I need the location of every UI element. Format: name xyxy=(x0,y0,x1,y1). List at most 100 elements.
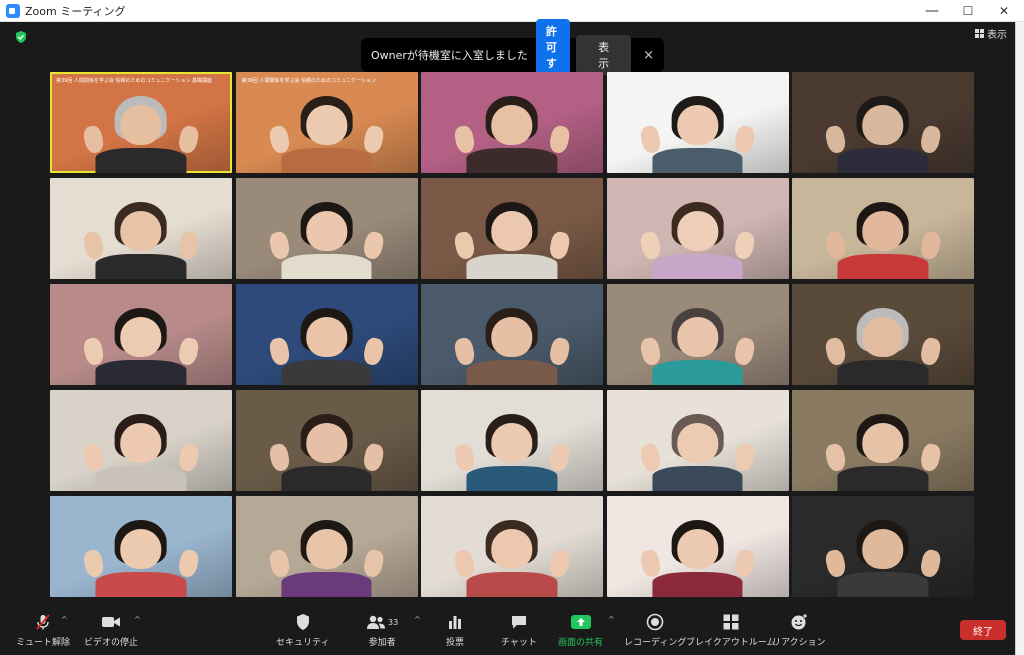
participant-video-tile[interactable]: 第39回 人間関係を学ぶ会 信頼のためのコミュニケーション xyxy=(235,72,418,173)
participant-figure xyxy=(638,518,757,597)
participant-video-tile[interactable] xyxy=(235,390,418,491)
participant-figure xyxy=(82,200,200,279)
participant-figure xyxy=(638,200,757,279)
unmute-label: ミュート解除 xyxy=(16,638,71,648)
participant-video-tile[interactable] xyxy=(50,496,232,597)
participants-options-caret-icon[interactable]: ^ xyxy=(414,615,421,624)
audio-options-caret-icon[interactable]: ^ xyxy=(61,615,68,624)
participant-figure xyxy=(267,306,386,385)
participants-button[interactable]: 33 参加者 xyxy=(366,613,398,648)
participant-figure xyxy=(82,94,200,173)
zoom-window: Zoom ミーティング — ☐ ✕ 表示 Ownerが待機室に入室しました 許可… xyxy=(0,0,1024,655)
participant-video-tile[interactable] xyxy=(606,496,789,597)
encryption-shield-icon[interactable] xyxy=(14,30,28,44)
participant-video-tile[interactable] xyxy=(606,390,789,491)
chat-button[interactable]: チャット xyxy=(501,613,537,648)
breakout-rooms-label: ブレイクアウトルーム xyxy=(686,638,776,648)
participants-icon xyxy=(367,615,385,629)
chat-label: チャット xyxy=(501,638,537,648)
security-label: セキュリティ xyxy=(276,638,330,648)
meeting-controls: ミュート解除 ^ ビデオの停止 ^ セキュリティ 33 参加者 ^ 投票 チャッ… xyxy=(4,607,1015,655)
record-icon xyxy=(646,613,664,631)
participants-label: 参加者 xyxy=(368,638,396,648)
participant-video-tile[interactable] xyxy=(606,72,789,173)
participant-video-tile[interactable] xyxy=(235,178,418,279)
participant-video-tile[interactable] xyxy=(606,178,789,279)
maximize-button[interactable]: ☐ xyxy=(950,0,986,22)
participant-video-tile[interactable] xyxy=(50,390,232,491)
participant-video-tile[interactable] xyxy=(421,284,603,385)
stop-video-label: ビデオの停止 xyxy=(84,638,139,648)
virtual-background-text: 第39回 人間関係を学ぶ会 信頼のためのコミュニケーション xyxy=(241,78,376,84)
participant-video-tile[interactable] xyxy=(50,284,232,385)
participant-video-tile[interactable] xyxy=(792,284,974,385)
security-shield-icon xyxy=(296,614,309,630)
participant-video-tile[interactable] xyxy=(235,496,418,597)
see-waiting-room-button[interactable]: 表示 xyxy=(576,35,632,75)
gallery-view: 第39回 人間関係を学ぶ会 信頼のためのコミュニケーション 基礎講座 第39回 人… xyxy=(50,72,978,602)
reactions-button[interactable]: リアクション xyxy=(772,613,826,648)
participant-video-tile[interactable] xyxy=(792,72,974,173)
participant-figure xyxy=(824,518,942,597)
breakout-rooms-button[interactable]: ブレイクアウトルーム xyxy=(686,613,776,648)
chat-bubble-icon xyxy=(511,616,526,629)
participant-figure xyxy=(638,306,757,385)
participant-video-tile[interactable] xyxy=(421,496,603,597)
waiting-room-notification: Ownerが待機室に入室しました 許可する 表示 × xyxy=(361,19,664,91)
polling-label: 投票 xyxy=(446,638,465,648)
share-screen-icon xyxy=(570,615,591,629)
video-camera-icon xyxy=(102,617,120,627)
participant-figure xyxy=(267,94,386,173)
virtual-background-text: 第39回 人間関係を学ぶ会 信頼のためのコミュニケーション 基礎講座 xyxy=(56,78,213,84)
share-screen-button[interactable]: 画面の共有 xyxy=(558,613,603,648)
participant-figure xyxy=(453,412,571,491)
polling-button[interactable]: 投票 xyxy=(446,613,464,648)
participant-video-tile[interactable] xyxy=(606,284,789,385)
participant-figure xyxy=(267,518,386,597)
background-window-edge xyxy=(1015,22,1024,655)
participant-figure xyxy=(82,306,200,385)
share-options-caret-icon[interactable]: ^ xyxy=(608,615,615,624)
record-button[interactable]: レコーディング xyxy=(624,613,686,648)
participant-video-tile[interactable] xyxy=(792,390,974,491)
participant-figure xyxy=(82,518,200,597)
participant-video-tile[interactable] xyxy=(50,178,232,279)
participant-video-tile[interactable] xyxy=(792,178,974,279)
participant-figure xyxy=(267,200,386,279)
participant-figure xyxy=(453,306,571,385)
muted-mic-icon xyxy=(36,614,50,630)
title-bar: Zoom ミーティング — ☐ ✕ xyxy=(0,0,1024,22)
participant-video-tile[interactable] xyxy=(421,72,603,173)
participant-figure xyxy=(82,412,200,491)
participant-figure xyxy=(824,200,942,279)
participant-video-tile[interactable]: 第39回 人間関係を学ぶ会 信頼のためのコミュニケーション 基礎講座 xyxy=(50,72,232,173)
share-screen-label: 画面の共有 xyxy=(558,638,604,648)
participant-video-tile[interactable] xyxy=(421,178,603,279)
close-notification-icon[interactable]: × xyxy=(643,48,654,63)
view-label: 表示 xyxy=(987,30,1007,41)
participant-figure xyxy=(453,94,571,173)
reactions-label: リアクション xyxy=(772,638,826,648)
video-options-caret-icon[interactable]: ^ xyxy=(134,615,141,624)
participant-video-tile[interactable] xyxy=(235,284,418,385)
record-label: レコーディング xyxy=(624,638,687,648)
participant-figure xyxy=(638,412,757,491)
participant-figure xyxy=(267,412,386,491)
participant-figure xyxy=(824,94,942,173)
view-toggle-button[interactable]: 表示 xyxy=(975,26,1007,41)
close-window-button[interactable]: ✕ xyxy=(986,0,1022,22)
meeting-stage: 表示 Ownerが待機室に入室しました 許可する 表示 × 第39回 人間関係を… xyxy=(4,19,1015,655)
zoom-app-icon xyxy=(6,3,20,18)
participant-video-tile[interactable] xyxy=(421,390,603,491)
stop-video-button[interactable]: ビデオの停止 xyxy=(84,613,138,648)
notification-message: Ownerが待機室に入室しました xyxy=(371,49,528,62)
participant-count: 33 xyxy=(388,617,399,627)
participant-figure xyxy=(824,412,942,491)
minimize-button[interactable]: — xyxy=(914,0,950,22)
end-meeting-button[interactable]: 終了 xyxy=(960,620,1006,640)
reaction-smiley-icon xyxy=(791,614,807,630)
breakout-rooms-icon xyxy=(723,614,739,630)
participant-figure xyxy=(453,200,571,279)
participant-video-tile[interactable] xyxy=(792,496,974,597)
security-button[interactable]: セキュリティ xyxy=(276,613,329,648)
